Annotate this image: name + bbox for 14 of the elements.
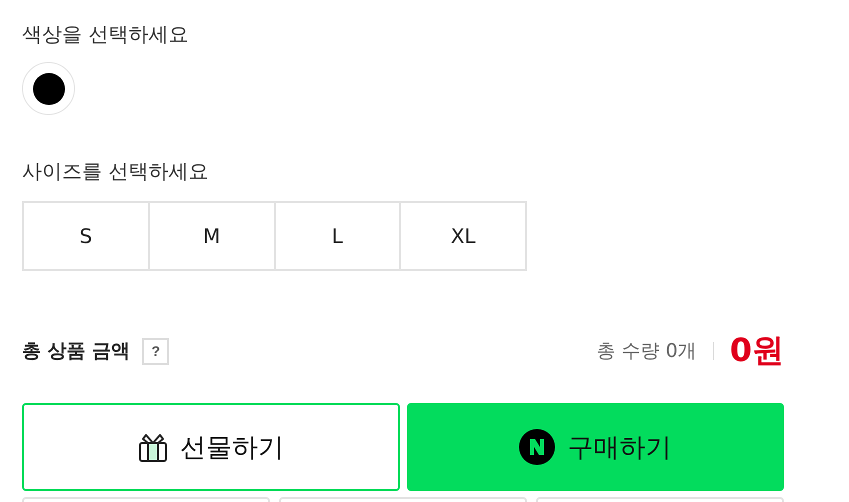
buy-button[interactable]: 구매하기 bbox=[406, 403, 784, 491]
color-label: 색상을 선택하세요 bbox=[22, 21, 190, 48]
size-option[interactable]: S bbox=[22, 201, 150, 271]
total-price: 0원 bbox=[730, 330, 784, 371]
gift-icon bbox=[138, 431, 168, 463]
gift-button[interactable]: 선물하기 bbox=[22, 403, 400, 491]
size-option[interactable]: L bbox=[274, 201, 402, 271]
help-button[interactable]: ? bbox=[142, 338, 170, 364]
total-label: 총 상품 금액 bbox=[22, 339, 130, 364]
size-label: 사이즈를 선택하세요 bbox=[22, 158, 210, 185]
total-quantity: 총 수량 0개 bbox=[596, 339, 697, 364]
size-option[interactable]: XL bbox=[399, 201, 527, 271]
size-option[interactable]: M bbox=[148, 201, 276, 271]
n-logo-icon bbox=[519, 429, 556, 465]
